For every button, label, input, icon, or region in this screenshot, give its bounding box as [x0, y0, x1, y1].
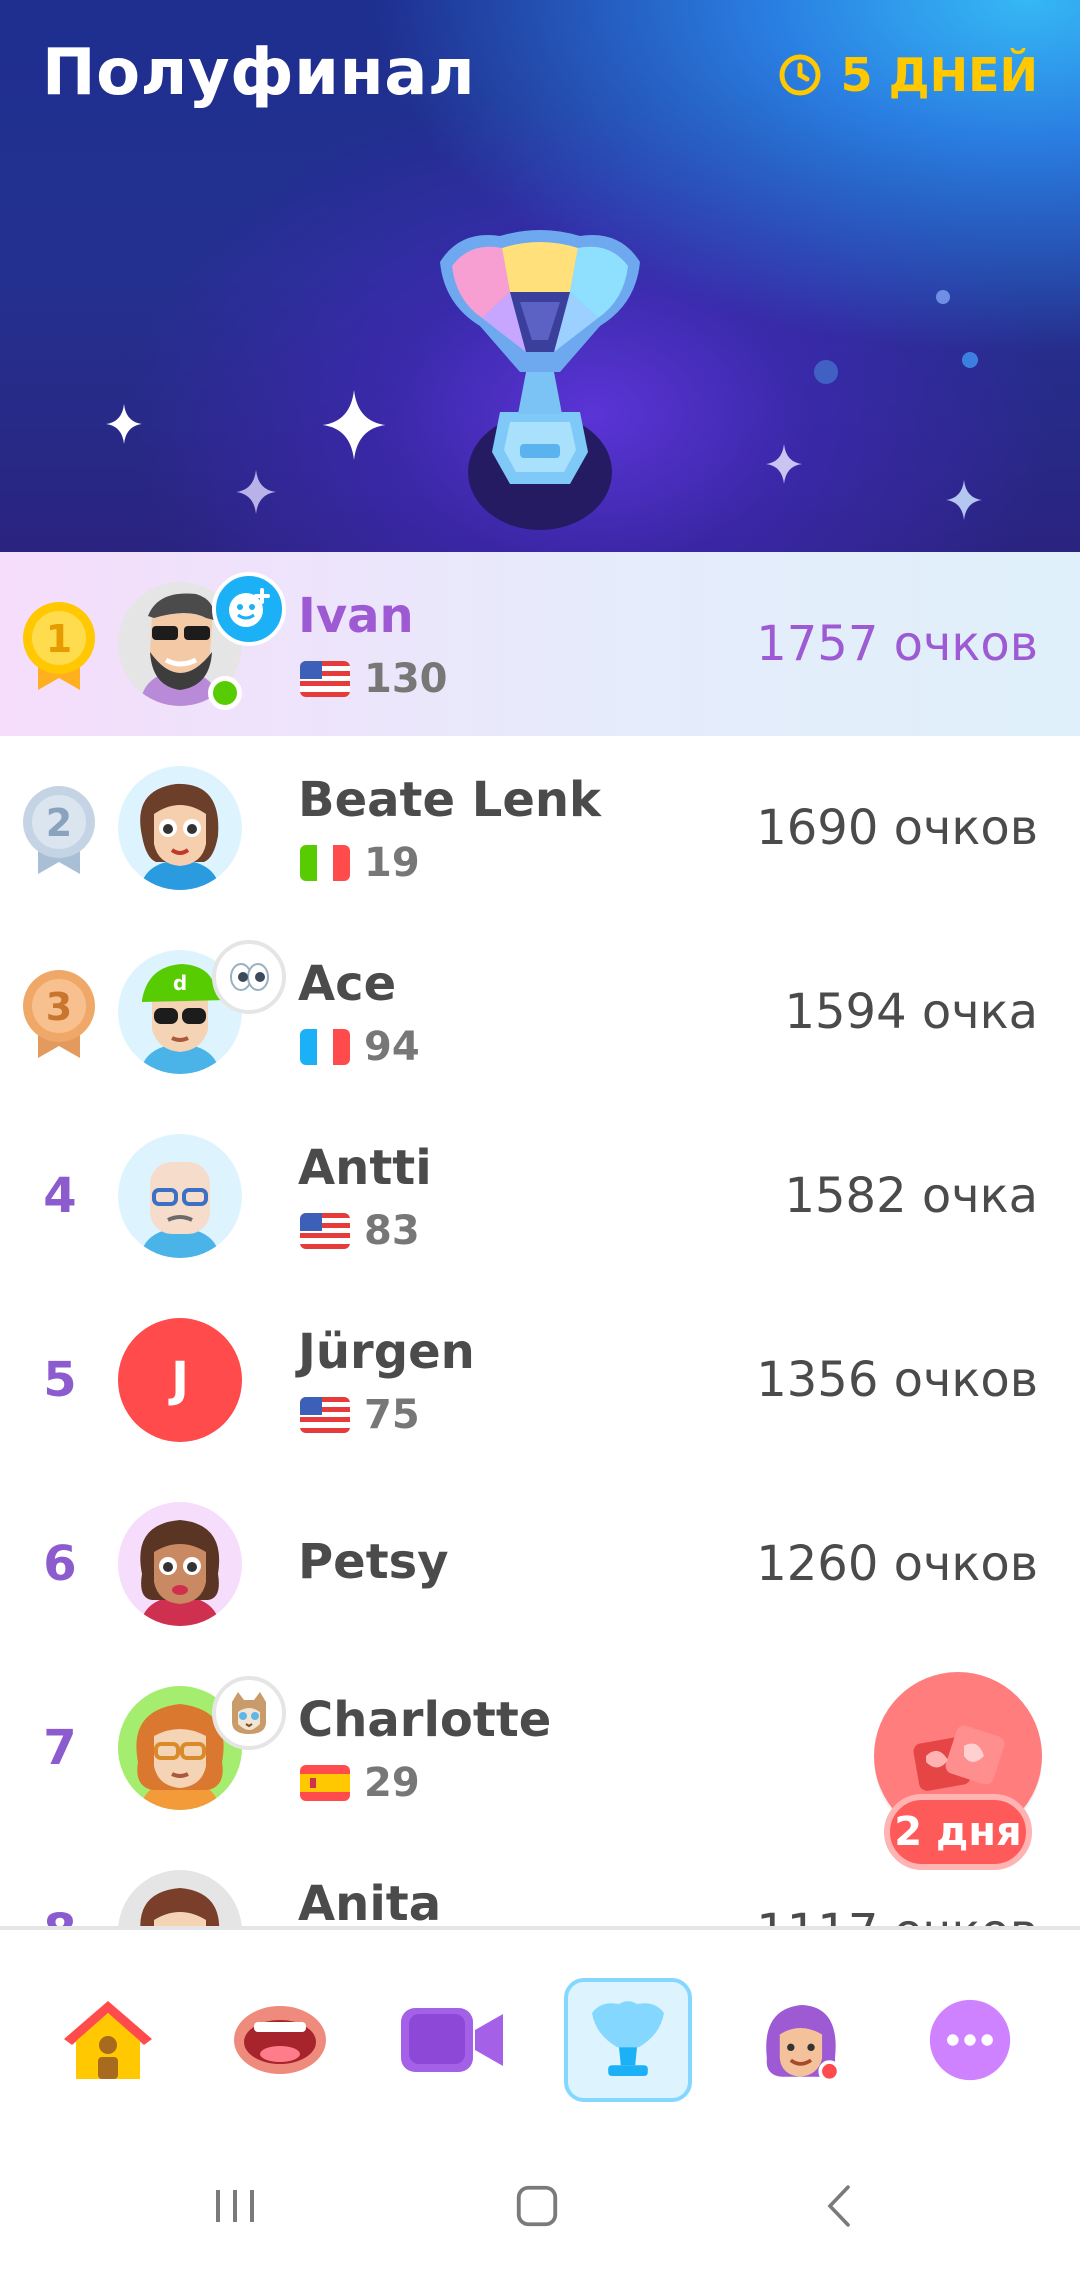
cat-badge[interactable]	[212, 1676, 286, 1750]
svg-text:2: 2	[46, 801, 72, 845]
video-icon	[401, 2008, 503, 2072]
add-friend-badge[interactable]	[212, 572, 286, 646]
user-name: Anita	[298, 1876, 442, 1928]
svg-text:1: 1	[46, 617, 72, 661]
home-system-button[interactable]	[502, 2176, 572, 2236]
user-name: Antti	[298, 1140, 432, 1196]
chest-timer-badge[interactable]: 2 дня	[884, 1794, 1032, 1870]
points: 1356 очков	[756, 1352, 1038, 1408]
system-nav-bar	[0, 2126, 1080, 2276]
rank-number: 6	[43, 1536, 77, 1592]
home-icon	[64, 2001, 152, 2079]
decor-dot	[936, 290, 950, 304]
streak-count: 75	[364, 1392, 420, 1438]
streak-count: 19	[364, 840, 420, 886]
points: 1582 очка	[784, 1168, 1038, 1224]
user-name: Ivan	[298, 588, 414, 644]
leaderboard-row[interactable]: 4 Antti 83 1582 очка	[0, 1104, 1080, 1288]
usa-flag-icon	[300, 1213, 350, 1249]
rank-number: 7	[43, 1720, 77, 1776]
user-stats: 94	[300, 1024, 420, 1070]
points: 1260 очков	[756, 1536, 1038, 1592]
usa-flag-icon	[300, 1397, 350, 1433]
profile-icon	[766, 2005, 841, 2083]
points: 1757 очков	[756, 616, 1038, 672]
avatar[interactable]: J	[118, 1318, 242, 1442]
user-stats: 29	[300, 1760, 420, 1806]
streak-count: 94	[364, 1024, 420, 1070]
spain-flag-icon	[300, 1765, 350, 1801]
svg-text:3: 3	[46, 985, 72, 1029]
sparkle-icon	[236, 470, 276, 514]
decor-dot	[962, 352, 978, 368]
user-stats: 130	[300, 656, 448, 702]
clock-icon	[779, 54, 821, 96]
online-indicator	[208, 676, 242, 710]
leaderboard-row[interactable]: 5 J Jürgen 75 1356 очков	[0, 1288, 1080, 1472]
nav-home[interactable]	[44, 1978, 172, 2102]
home-square-icon	[516, 2185, 558, 2227]
user-name: Petsy	[298, 1534, 449, 1590]
page-title: Полуфинал	[42, 36, 476, 110]
user-stats: 75	[300, 1392, 420, 1438]
user-name: Charlotte	[298, 1692, 552, 1748]
streak-count: 29	[364, 1760, 420, 1806]
gift-chest-icon	[913, 1725, 1005, 1791]
leaderboard-row[interactable]: 2 Beate Lenk 19 1690 очков	[0, 736, 1080, 920]
avatar-letter: J	[171, 1352, 189, 1408]
user-stats: 19	[300, 840, 420, 886]
sparkle-icon	[106, 404, 142, 444]
timer-label: 5 ДНЕЙ	[840, 48, 1038, 102]
back-chevron-icon	[827, 2185, 850, 2227]
sparkle-icon	[766, 444, 802, 484]
avatar[interactable]	[118, 1134, 242, 1258]
eyes-badge[interactable]	[212, 940, 286, 1014]
recent-apps-icon	[216, 2190, 254, 2222]
league-header: Полуфинал 5 ДНЕЙ	[0, 0, 1080, 552]
sparkle-icon	[946, 480, 982, 520]
back-button[interactable]	[804, 2176, 874, 2236]
sparkle-icon	[322, 390, 386, 460]
user-stats: 83	[300, 1208, 420, 1254]
avatar[interactable]	[118, 1502, 242, 1626]
nav-video[interactable]	[388, 1978, 516, 2102]
eyes-icon	[230, 963, 269, 991]
speak-icon	[234, 2006, 326, 2074]
gold-medal-icon: 1	[23, 602, 95, 690]
avatar[interactable]	[118, 766, 242, 890]
streak-count: 83	[364, 1208, 420, 1254]
svg-text:d: d	[173, 971, 187, 995]
diamond-trophy-icon	[440, 230, 640, 530]
cat-icon	[232, 1692, 266, 1734]
decor-dot	[814, 360, 838, 384]
leaderboard-row[interactable]: 1 Ivan 130 1757 очков	[0, 552, 1080, 736]
nav-leaderboard[interactable]	[564, 1978, 692, 2102]
points: 1594 очка	[784, 984, 1038, 1040]
user-name: Beate Lenk	[298, 772, 601, 828]
usa-flag-icon	[300, 661, 350, 697]
bronze-medal-icon: 3	[23, 970, 95, 1058]
nav-profile[interactable]	[736, 1978, 864, 2102]
nav-more[interactable]	[906, 1978, 1034, 2102]
recent-apps-button[interactable]	[200, 2176, 270, 2236]
italy-flag-icon	[300, 845, 350, 881]
user-name: Jürgen	[298, 1324, 475, 1380]
user-name: Ace	[298, 956, 397, 1012]
france-flag-icon	[300, 1029, 350, 1065]
leaderboard-row[interactable]: 3 d Ace 94 1594 очка	[0, 920, 1080, 1104]
rank-number: 8	[22, 1840, 98, 1928]
more-icon	[929, 1999, 1011, 2081]
avatar[interactable]	[118, 1870, 242, 1928]
leaderboard-icon	[592, 2001, 664, 2076]
leaderboard-row[interactable]: 6 Petsy 1260 очков	[0, 1472, 1080, 1656]
add-friend-icon	[229, 588, 270, 627]
bottom-nav	[0, 1926, 1080, 2126]
points: 1690 очков	[756, 800, 1038, 856]
rank-number: 5	[43, 1352, 77, 1408]
streak-count: 130	[364, 656, 448, 702]
nav-speak[interactable]	[216, 1978, 344, 2102]
rank-number: 4	[43, 1168, 77, 1224]
silver-medal-icon: 2	[23, 786, 95, 874]
league-timer: 5 ДНЕЙ	[777, 48, 1038, 102]
